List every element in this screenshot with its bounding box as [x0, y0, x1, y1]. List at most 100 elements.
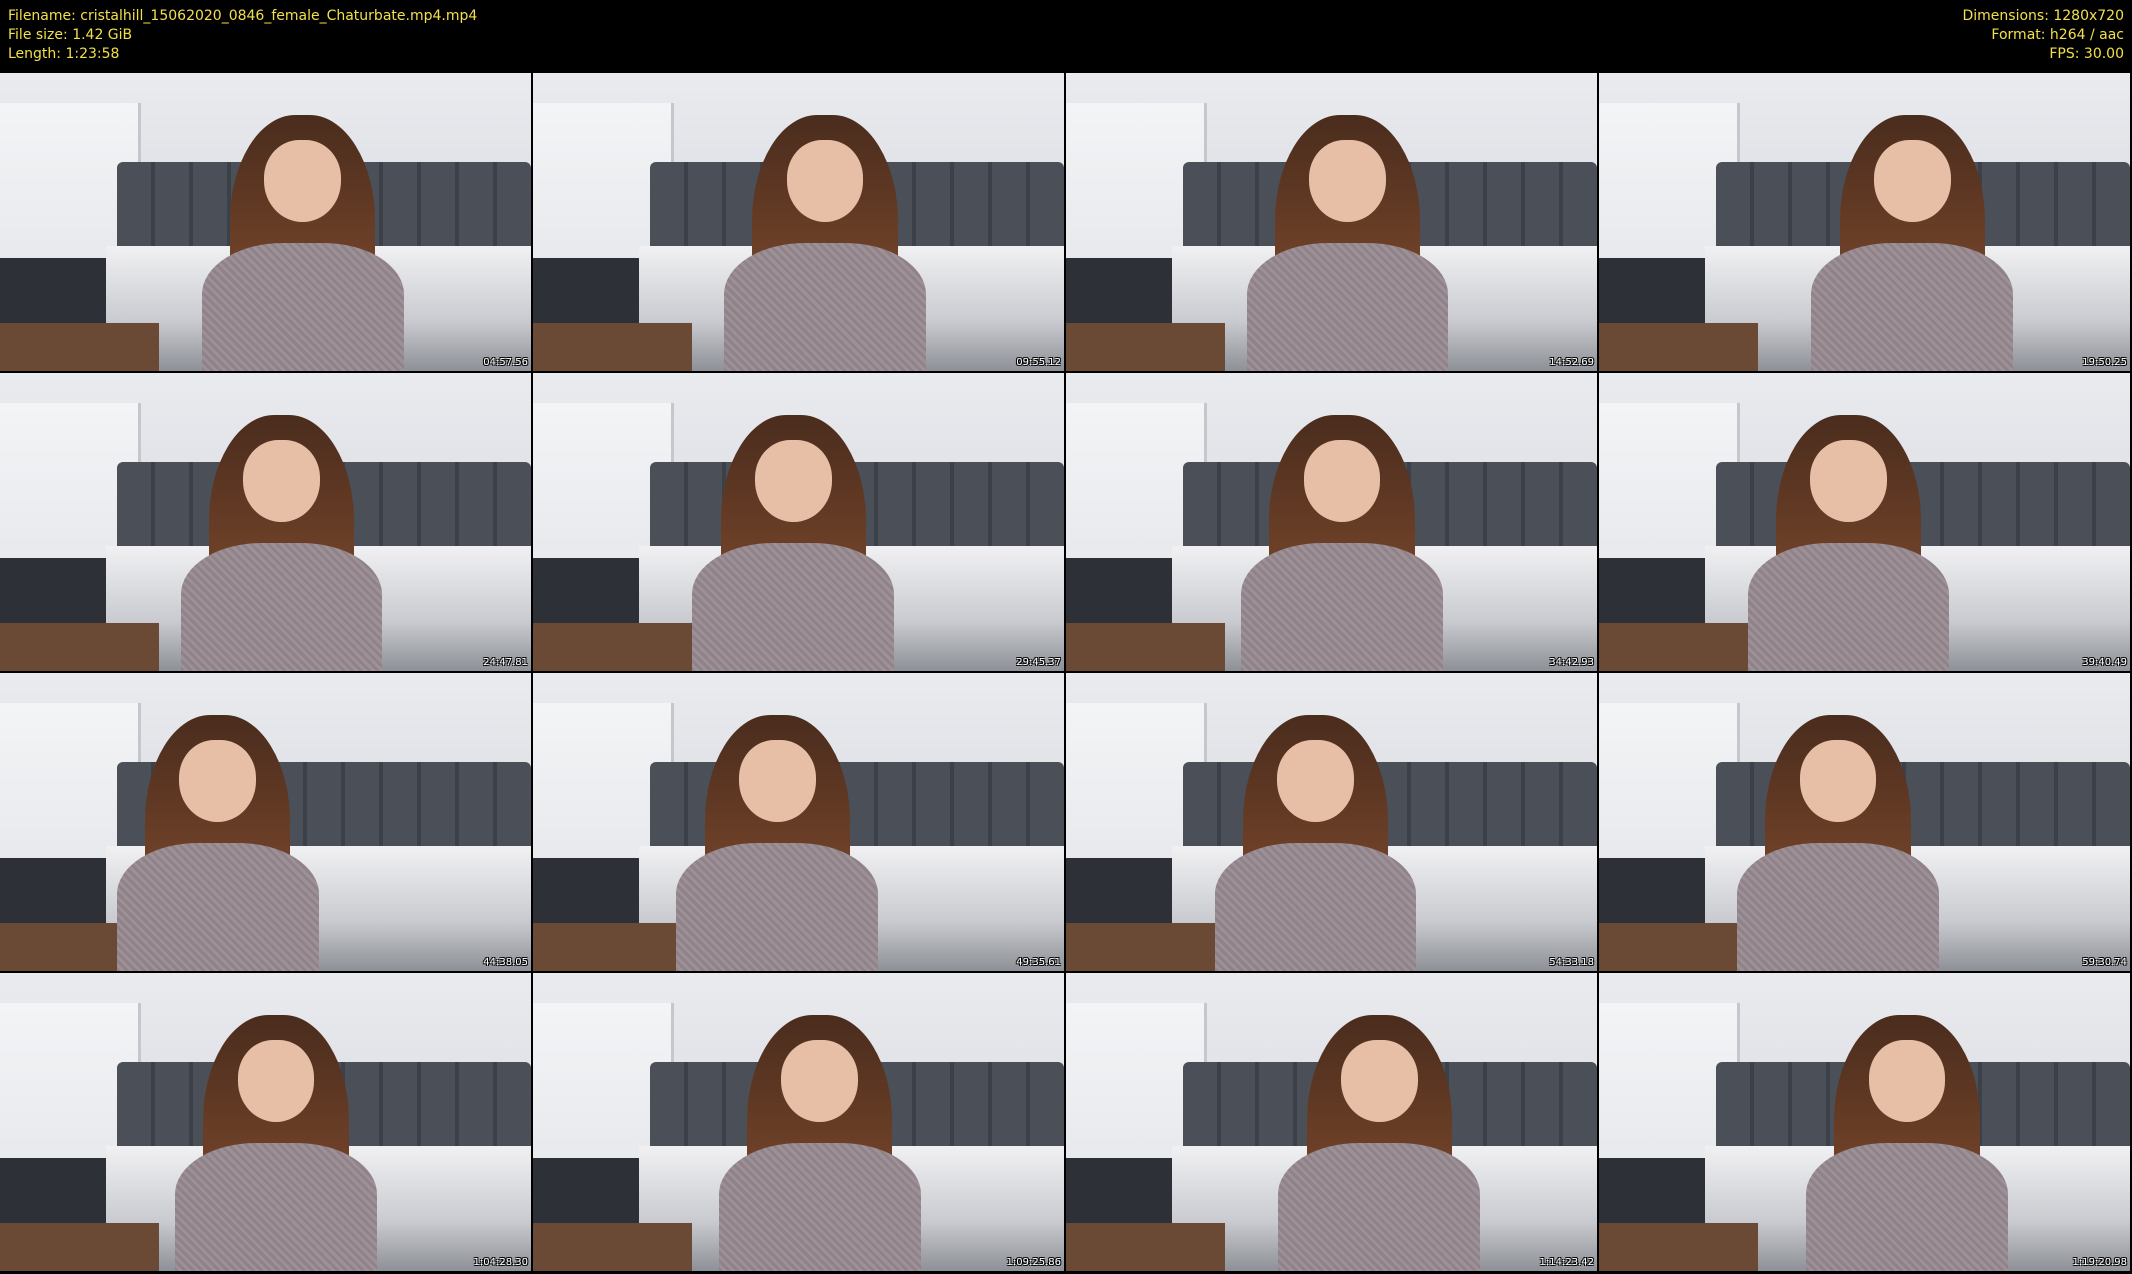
person-figure — [718, 1014, 921, 1271]
thumbnail-timestamp: 29:45.37 — [1016, 657, 1061, 668]
scene-floor — [533, 323, 693, 371]
scene-floor — [533, 623, 693, 671]
person-sweater — [718, 1142, 921, 1271]
video-thumbnail[interactable]: 14:52.69 — [1066, 73, 1597, 371]
person-face — [1810, 440, 1887, 523]
person-face — [1340, 1040, 1418, 1123]
format-text: Format: h264 / aac — [1991, 27, 2124, 43]
video-thumbnail[interactable]: 49:35.61 — [533, 673, 1064, 971]
person-sweater — [175, 1142, 377, 1271]
person-sweater — [676, 842, 879, 971]
thumbnail-timestamp: 04:57.56 — [483, 357, 528, 368]
scene-floor — [1066, 323, 1226, 371]
scene-floor — [1599, 323, 1759, 371]
length-text: Length: 1:23:58 — [8, 46, 120, 62]
person-sweater — [1241, 542, 1443, 671]
person-face — [781, 1040, 859, 1123]
video-thumbnail[interactable]: 1:14:23.42 — [1066, 973, 1597, 1271]
person-figure — [1747, 414, 1950, 671]
person-face — [786, 140, 864, 223]
person-figure — [724, 114, 926, 371]
thumbnail-timestamp: 34:42.93 — [1549, 657, 1594, 668]
filesize-text: File size: 1.42 GiB — [8, 27, 133, 43]
person-sweater — [724, 242, 926, 371]
thumbnail-timestamp: 24:47.81 — [483, 657, 528, 668]
thumbnail-timestamp: 1:14:23.42 — [1539, 1257, 1594, 1268]
person-sweater — [180, 542, 383, 671]
person-figure — [1806, 1014, 2008, 1271]
person-sweater — [201, 242, 404, 371]
thumbnail-grid: 04:57.56 09:55.12 14:52.69 19:50.25 24:47.81… — [0, 73, 2132, 1274]
dimensions-text: Dimensions: 1280x720 — [1962, 8, 2124, 24]
video-thumbnail[interactable]: 04:57.56 — [0, 73, 531, 371]
person-face — [1309, 140, 1386, 223]
scene-floor — [1599, 923, 1759, 971]
video-thumbnail[interactable]: 29:45.37 — [533, 373, 1064, 671]
person-figure — [1737, 714, 1939, 971]
scene-floor — [1066, 923, 1226, 971]
thumbnail-timestamp: 1:19:20.98 — [2072, 1257, 2127, 1268]
video-thumbnail[interactable]: 1:19:20.98 — [1599, 973, 2130, 1271]
person-figure — [1811, 114, 2014, 371]
person-face — [1873, 140, 1951, 223]
person-sweater — [692, 542, 895, 671]
person-sweater — [1737, 842, 1939, 971]
person-figure — [201, 114, 404, 371]
video-thumbnail[interactable]: 54:33.18 — [1066, 673, 1597, 971]
person-face — [179, 740, 257, 823]
video-thumbnail[interactable]: 09:55.12 — [533, 73, 1064, 371]
person-figure — [175, 1014, 377, 1271]
thumbnail-timestamp: 09:55.12 — [1016, 357, 1061, 368]
person-sweater — [1214, 842, 1417, 971]
person-figure — [1214, 714, 1417, 971]
thumbnail-timestamp: 19:50.25 — [2082, 357, 2127, 368]
scene-floor — [0, 1223, 160, 1271]
thumbnail-timestamp: 1:09:25.86 — [1006, 1257, 1061, 1268]
video-thumbnail[interactable]: 59:30.74 — [1599, 673, 2130, 971]
scene-floor — [1599, 623, 1759, 671]
person-sweater — [116, 842, 319, 971]
video-thumbnail[interactable]: 39:40.49 — [1599, 373, 2130, 671]
person-figure — [180, 414, 383, 671]
person-figure — [1241, 414, 1443, 671]
file-info: Filename: cristalhill_15062020_0846_fema… — [8, 7, 477, 64]
thumbnail-timestamp: 59:30.74 — [2082, 957, 2127, 968]
person-face — [1277, 740, 1354, 823]
video-thumbnail[interactable]: 1:04:28.30 — [0, 973, 531, 1271]
person-face — [1868, 1040, 1946, 1123]
thumbnail-timestamp: 54:33.18 — [1549, 957, 1594, 968]
person-face — [738, 740, 816, 823]
scene-floor — [1066, 623, 1226, 671]
video-thumbnail[interactable]: 34:42.93 — [1066, 373, 1597, 671]
scene-floor — [533, 923, 693, 971]
thumbnail-timestamp: 49:35.61 — [1016, 957, 1061, 968]
scene-floor — [1599, 1223, 1759, 1271]
person-face — [264, 140, 341, 223]
thumbnail-timestamp: 1:04:28.30 — [473, 1257, 528, 1268]
person-face — [754, 440, 832, 523]
thumbnail-timestamp: 44:38.05 — [483, 957, 528, 968]
person-figure — [692, 414, 895, 671]
scene-floor — [0, 323, 160, 371]
person-sweater — [1747, 542, 1950, 671]
video-info: Dimensions: 1280x720 Format: h264 / aac … — [1962, 7, 2124, 64]
info-header: Filename: cristalhill_15062020_0846_fema… — [0, 0, 2132, 72]
scene-floor — [1066, 1223, 1226, 1271]
video-thumbnail[interactable]: 44:38.05 — [0, 673, 531, 971]
person-figure — [116, 714, 319, 971]
person-sweater — [1278, 1142, 1481, 1271]
scene-floor — [0, 623, 160, 671]
video-thumbnail[interactable]: 19:50.25 — [1599, 73, 2130, 371]
person-figure — [1246, 114, 1449, 371]
thumbnail-timestamp: 14:52.69 — [1549, 357, 1594, 368]
person-sweater — [1246, 242, 1449, 371]
thumbnail-timestamp: 39:40.49 — [2082, 657, 2127, 668]
person-face — [1799, 740, 1877, 823]
person-sweater — [1811, 242, 2014, 371]
filename-text: Filename: cristalhill_15062020_0846_fema… — [8, 8, 478, 24]
video-thumbnail[interactable]: 24:47.81 — [0, 373, 531, 671]
person-figure — [676, 714, 879, 971]
person-face — [243, 440, 320, 523]
person-figure — [1278, 1014, 1481, 1271]
video-thumbnail[interactable]: 1:09:25.86 — [533, 973, 1064, 1271]
